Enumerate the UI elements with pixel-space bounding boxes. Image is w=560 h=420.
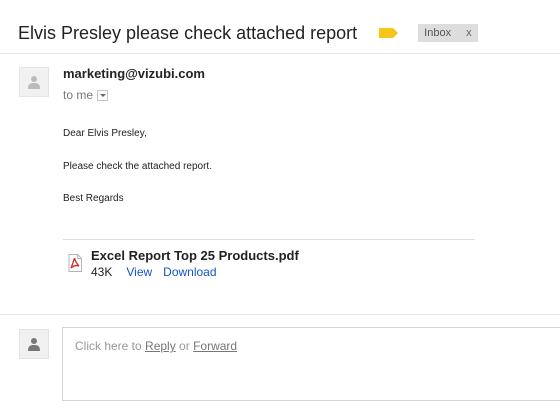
person-icon — [28, 338, 40, 351]
attachment-divider — [63, 239, 475, 240]
download-attachment-link[interactable]: Download — [163, 265, 216, 279]
reply-link[interactable]: Reply — [145, 339, 176, 353]
reply-box[interactable]: Click here to Reply or Forward — [62, 327, 560, 401]
subject-row: Elvis Presley please check attached repo… — [18, 20, 478, 46]
reply-prompt-or: or — [175, 339, 194, 353]
body-line: Please check the attached report. — [63, 161, 212, 172]
inbox-chip-label[interactable]: Inbox — [424, 27, 451, 39]
pdf-file-icon[interactable] — [68, 254, 82, 272]
body-closing: Best Regards — [63, 193, 124, 204]
reply-divider — [0, 314, 560, 315]
header-divider — [0, 53, 560, 54]
attachment-meta: 43K View Download — [91, 265, 217, 279]
label-tag-icon[interactable] — [379, 28, 399, 38]
attachment-size: 43K — [91, 265, 113, 279]
person-icon — [28, 76, 40, 89]
forward-link[interactable]: Forward — [193, 339, 237, 353]
recipient-label: to me — [63, 88, 94, 102]
reply-prompt-prefix: Click here to — [75, 339, 146, 353]
recipient-row: to me — [63, 88, 109, 102]
reply-prompt[interactable]: Click here to Reply or Forward — [75, 339, 237, 353]
sender-avatar — [19, 67, 49, 97]
email-view: Elvis Presley please check attached repo… — [0, 0, 560, 420]
body-greeting: Dear Elvis Presley, — [63, 128, 147, 139]
email-subject: Elvis Presley please check attached repo… — [18, 22, 358, 43]
user-avatar — [19, 329, 49, 359]
view-attachment-link[interactable]: View — [126, 265, 152, 279]
show-details-dropdown[interactable] — [97, 89, 109, 101]
inbox-label-chip[interactable]: Inbox x — [418, 24, 478, 42]
attachment-filename[interactable]: Excel Report Top 25 Products.pdf — [91, 248, 299, 263]
sender-email[interactable]: marketing@vizubi.com — [63, 66, 205, 81]
remove-label-button[interactable]: x — [466, 27, 472, 39]
